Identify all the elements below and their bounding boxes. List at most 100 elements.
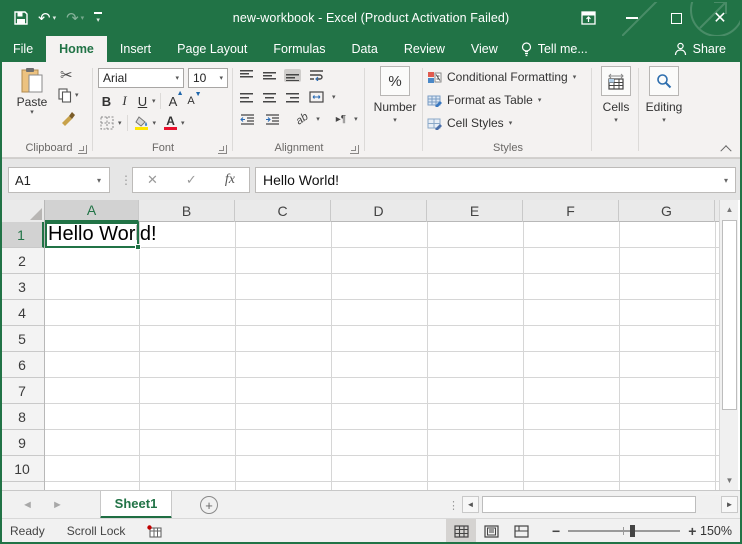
- alignment-dialog-launcher[interactable]: [350, 145, 359, 154]
- share-button[interactable]: Share: [666, 36, 734, 62]
- column-header-e[interactable]: E: [427, 200, 523, 222]
- previous-sheet-button[interactable]: ◄: [22, 491, 33, 519]
- cut-button[interactable]: ✂: [60, 66, 73, 84]
- row-header-2[interactable]: 2: [0, 248, 44, 274]
- enter-entry-button[interactable]: ✓: [186, 172, 197, 188]
- zoom-level[interactable]: 150%: [700, 519, 732, 543]
- font-dialog-launcher[interactable]: [218, 145, 227, 154]
- expand-formula-bar-caret[interactable]: ▾: [717, 176, 735, 185]
- format-painter-button[interactable]: [60, 110, 76, 126]
- clipboard-dialog-launcher[interactable]: [78, 145, 87, 154]
- horizontal-scroll-thumb[interactable]: [482, 496, 696, 513]
- number-format-button[interactable]: % Number ▾: [370, 66, 420, 124]
- column-header-g[interactable]: G: [619, 200, 715, 222]
- tab-page-layout[interactable]: Page Layout: [164, 36, 260, 62]
- zoom-out-button[interactable]: −: [552, 523, 560, 539]
- zoom-slider[interactable]: [568, 530, 680, 532]
- scroll-left-button[interactable]: ◄: [462, 496, 479, 513]
- merge-center-button[interactable]: [307, 90, 326, 104]
- decrease-indent-button[interactable]: [238, 113, 257, 126]
- row-header-8[interactable]: 8: [0, 404, 44, 430]
- text-direction-button[interactable]: ▸¶: [334, 113, 348, 126]
- middle-align-button[interactable]: [261, 69, 278, 82]
- vertical-scroll-thumb[interactable]: [722, 220, 737, 410]
- maximize-button[interactable]: [654, 0, 698, 36]
- column-header-f[interactable]: F: [523, 200, 619, 222]
- formula-bar-grip[interactable]: ⋮: [120, 169, 132, 191]
- fill-handle[interactable]: [135, 244, 141, 250]
- ribbon-display-options-button[interactable]: [566, 0, 610, 36]
- copy-button[interactable]: ▾: [58, 88, 79, 103]
- tab-formulas[interactable]: Formulas: [260, 36, 338, 62]
- select-all-button[interactable]: [0, 200, 45, 222]
- align-right-button[interactable]: [284, 91, 301, 104]
- orientation-button[interactable]: ab: [294, 112, 310, 126]
- row-header-9[interactable]: 9: [0, 430, 44, 456]
- font-size-combobox[interactable]: 10 ▾: [188, 68, 228, 88]
- tell-me-box[interactable]: Tell me...: [511, 36, 598, 62]
- tab-scrollbar-grip[interactable]: ⋮: [448, 491, 459, 519]
- column-header-d[interactable]: D: [331, 200, 427, 222]
- scroll-up-button[interactable]: ▲: [721, 201, 738, 218]
- minimize-button[interactable]: [610, 0, 654, 36]
- active-cell-selection[interactable]: [45, 222, 139, 248]
- page-layout-view-button[interactable]: [476, 519, 506, 543]
- cell-styles-button[interactable]: Cell Styles ▾: [427, 113, 512, 133]
- tab-data[interactable]: Data: [338, 36, 390, 62]
- row-header-4[interactable]: 4: [0, 300, 44, 326]
- wrap-text-button[interactable]: [307, 68, 326, 82]
- zoom-slider-handle[interactable]: [630, 525, 635, 537]
- increase-font-size-button[interactable]: A▲: [165, 94, 182, 109]
- underline-button[interactable]: U: [134, 94, 151, 109]
- tab-view[interactable]: View: [458, 36, 511, 62]
- paste-dropdown-caret[interactable]: ▾: [30, 109, 34, 116]
- tab-home[interactable]: Home: [46, 36, 107, 62]
- row-header-3[interactable]: 3: [0, 274, 44, 300]
- bold-button[interactable]: B: [98, 94, 115, 109]
- editing-button[interactable]: Editing ▾: [641, 66, 687, 124]
- name-box-dropdown-caret[interactable]: ▾: [89, 168, 109, 192]
- font-name-combobox[interactable]: Arial ▾: [98, 68, 184, 88]
- column-header-a[interactable]: A: [45, 200, 139, 222]
- tab-insert[interactable]: Insert: [107, 36, 164, 62]
- name-box[interactable]: A1 ▾: [8, 167, 110, 193]
- tab-file[interactable]: File: [0, 36, 46, 62]
- scroll-right-button[interactable]: ►: [721, 496, 738, 513]
- align-center-button[interactable]: [261, 91, 278, 104]
- top-align-button[interactable]: [238, 69, 255, 82]
- row-header-6[interactable]: 6: [0, 352, 44, 378]
- conditional-formatting-button[interactable]: Conditional Formatting ▾: [427, 67, 576, 87]
- increase-indent-button[interactable]: [263, 113, 282, 126]
- italic-button[interactable]: I: [116, 93, 133, 109]
- new-sheet-button[interactable]: +: [200, 496, 218, 514]
- scroll-down-button[interactable]: ▼: [721, 472, 738, 489]
- macro-record-button[interactable]: [147, 525, 162, 538]
- underline-dropdown-caret[interactable]: ▾: [152, 98, 156, 105]
- bottom-align-button[interactable]: [284, 69, 301, 82]
- paste-button[interactable]: Paste ▾: [12, 67, 52, 116]
- fill-color-button[interactable]: [133, 115, 151, 131]
- cell-grid[interactable]: Hello World!: [45, 222, 719, 490]
- page-break-preview-button[interactable]: [506, 519, 536, 543]
- horizontal-scrollbar[interactable]: ◄ ►: [462, 495, 738, 514]
- decrease-font-size-button[interactable]: A▼: [183, 95, 200, 107]
- zoom-in-button[interactable]: +: [688, 523, 696, 539]
- cells-button[interactable]: Cells ▾: [596, 66, 636, 124]
- row-header-1[interactable]: 1: [0, 222, 44, 248]
- row-header-10[interactable]: 10: [0, 456, 44, 482]
- normal-view-button[interactable]: [446, 519, 476, 543]
- align-left-button[interactable]: [238, 91, 255, 104]
- insert-function-button[interactable]: fx: [225, 172, 235, 188]
- column-header-c[interactable]: C: [235, 200, 331, 222]
- vertical-scrollbar[interactable]: ▲ ▼: [719, 200, 738, 490]
- next-sheet-button[interactable]: ►: [52, 491, 63, 519]
- cancel-entry-button[interactable]: ✕: [147, 172, 158, 188]
- format-as-table-button[interactable]: Format as Table ▾: [427, 90, 541, 110]
- sheet-tab-sheet1[interactable]: Sheet1: [100, 491, 172, 519]
- row-header-5[interactable]: 5: [0, 326, 44, 352]
- close-button[interactable]: ✕: [698, 0, 742, 36]
- borders-button[interactable]: [98, 115, 116, 131]
- tab-review[interactable]: Review: [391, 36, 458, 62]
- formula-bar[interactable]: Hello World! ▾: [255, 167, 736, 193]
- column-header-b[interactable]: B: [139, 200, 235, 222]
